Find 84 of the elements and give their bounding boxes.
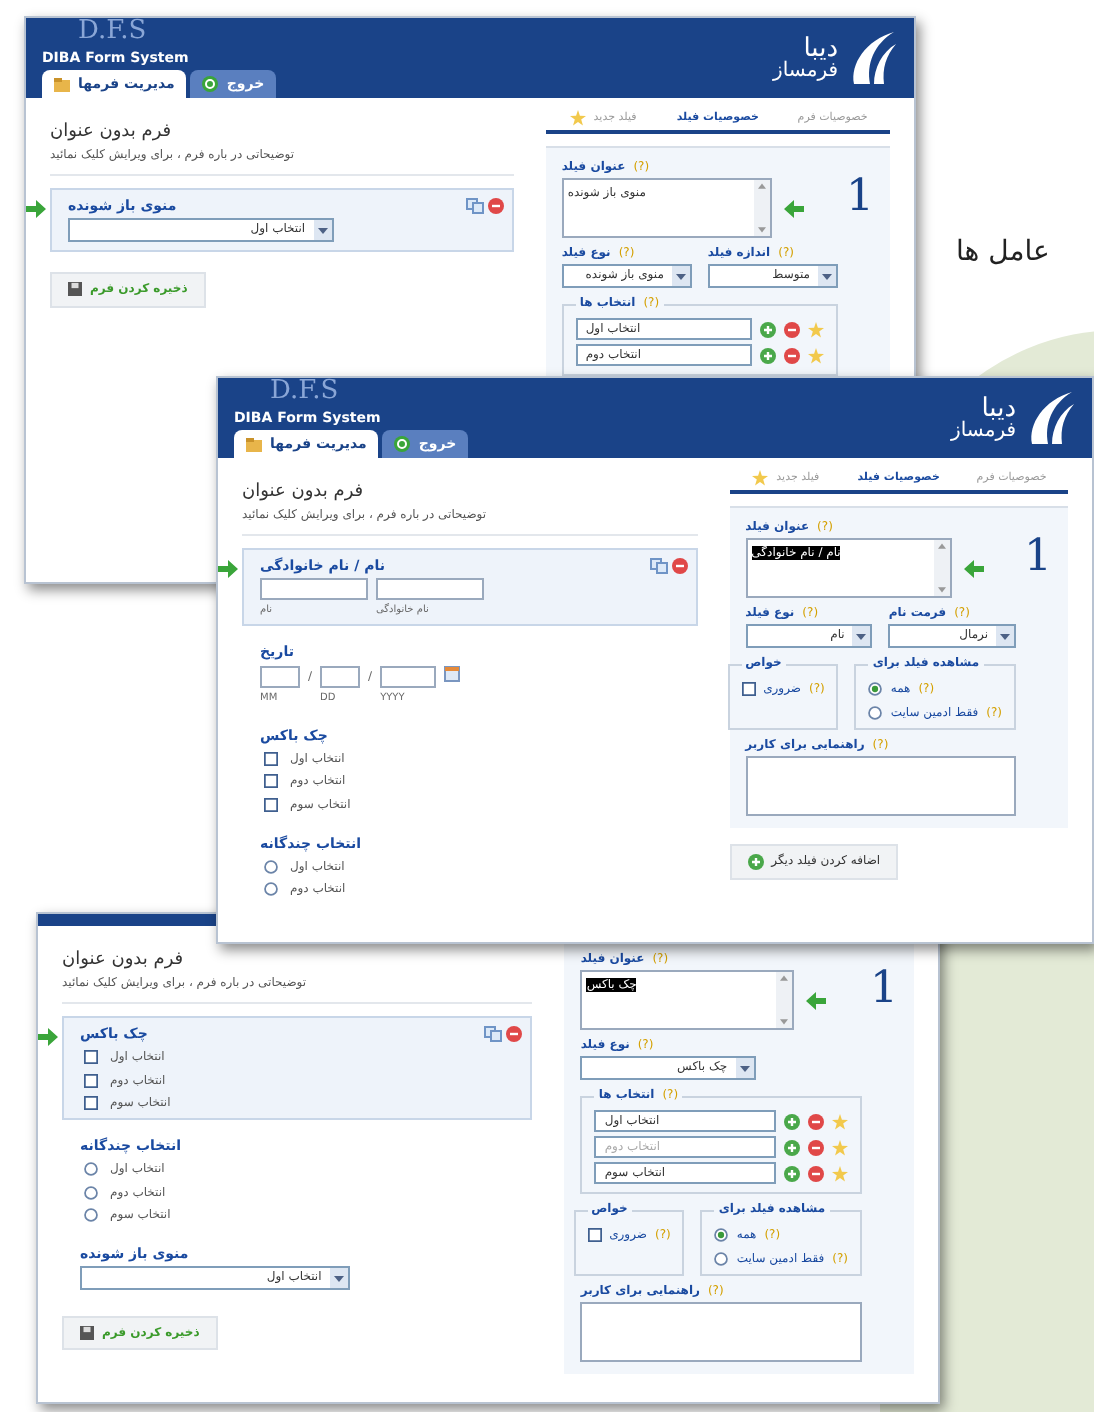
folder-icon (246, 436, 262, 452)
checkbox[interactable] (741, 682, 756, 697)
arrow-icon (26, 199, 46, 218)
scrollbar[interactable] (776, 972, 793, 1029)
star-icon[interactable] (808, 347, 824, 364)
watermark-text: D.F.S (270, 378, 339, 404)
remove-icon[interactable] (808, 1139, 824, 1156)
text-input[interactable] (320, 665, 361, 688)
logo-subtitle: فرمساز (773, 61, 838, 81)
checkbox[interactable] (84, 1073, 98, 1088)
arrow-icon (783, 199, 804, 218)
field-number: 1 (1024, 530, 1052, 586)
remove-icon[interactable] (784, 347, 800, 364)
arrow-icon (218, 559, 238, 578)
radio-button[interactable] (868, 705, 883, 720)
star-icon[interactable] (752, 470, 769, 486)
calendar-icon[interactable] (444, 665, 461, 682)
star-icon[interactable] (832, 1139, 848, 1156)
arrow-icon (963, 559, 984, 578)
radio-button[interactable] (84, 1207, 98, 1222)
delete-icon[interactable] (487, 197, 504, 214)
field-number: 1 (870, 962, 898, 1018)
remove-icon[interactable] (808, 1165, 824, 1182)
watermark-text: D.F.S (78, 18, 147, 44)
form-title[interactable]: فرم بدون عنوان (62, 950, 533, 972)
star-icon[interactable] (808, 321, 824, 338)
add-icon[interactable] (784, 1139, 800, 1156)
caret-icon (313, 220, 332, 241)
arrow-icon (38, 1027, 58, 1046)
save-icon (80, 1326, 94, 1341)
copy-icon[interactable] (484, 1025, 503, 1042)
add-icon[interactable] (784, 1165, 800, 1182)
radio-button[interactable] (84, 1162, 98, 1177)
form-title[interactable]: فرم بدون عنوان (242, 482, 698, 504)
radio-button[interactable] (264, 882, 278, 897)
text-input[interactable] (260, 665, 300, 688)
star-icon[interactable] (832, 1165, 848, 1182)
caret-icon (852, 626, 871, 647)
caret-icon (671, 266, 690, 287)
checkbox[interactable] (264, 797, 278, 812)
exit-icon (394, 436, 411, 452)
add-icon[interactable] (784, 1113, 800, 1130)
caret-icon (996, 626, 1015, 647)
textarea-field[interactable] (745, 755, 1016, 816)
scrollbar[interactable] (933, 540, 950, 597)
caret-icon (735, 1058, 754, 1079)
exit-icon (202, 76, 219, 92)
star-icon[interactable] (569, 110, 586, 126)
checkbox[interactable] (587, 1228, 602, 1243)
radio-button[interactable] (714, 1251, 729, 1266)
radio-button[interactable] (868, 682, 883, 697)
text-input[interactable] (376, 578, 484, 601)
add-icon[interactable] (760, 321, 776, 338)
caret-icon (818, 266, 836, 287)
radio-button[interactable] (264, 860, 278, 875)
copy-icon[interactable] (465, 197, 484, 214)
folder-icon (54, 76, 70, 92)
page-heading: عامل ها (956, 236, 1050, 270)
copy-icon[interactable] (649, 557, 668, 574)
add-icon[interactable] (760, 347, 776, 364)
radio-button[interactable] (84, 1185, 98, 1200)
scrollbar[interactable] (753, 180, 770, 237)
logo-title: دیبا (803, 35, 838, 61)
delete-icon[interactable] (671, 557, 688, 574)
radio-button[interactable] (714, 1228, 729, 1243)
logo-subtitle: فرمساز (951, 421, 1016, 441)
add-icon[interactable] (747, 853, 764, 870)
checkbox[interactable] (264, 752, 278, 767)
checkbox[interactable] (84, 1050, 98, 1065)
save-icon (68, 282, 82, 297)
textarea-field[interactable] (580, 1301, 862, 1362)
remove-icon[interactable] (784, 321, 800, 338)
checkbox[interactable] (84, 1095, 98, 1110)
caret-icon (329, 1268, 348, 1289)
checkbox[interactable] (264, 774, 278, 789)
form-title[interactable]: فرم بدون عنوان (50, 122, 514, 144)
remove-icon[interactable] (808, 1113, 824, 1130)
delete-icon[interactable] (506, 1025, 523, 1042)
star-icon[interactable] (832, 1113, 848, 1130)
field-number: 1 (846, 170, 874, 226)
arrow-icon (806, 991, 827, 1010)
logo-title: دیبا (981, 395, 1016, 421)
text-input[interactable] (260, 578, 368, 601)
text-input[interactable] (380, 665, 437, 688)
